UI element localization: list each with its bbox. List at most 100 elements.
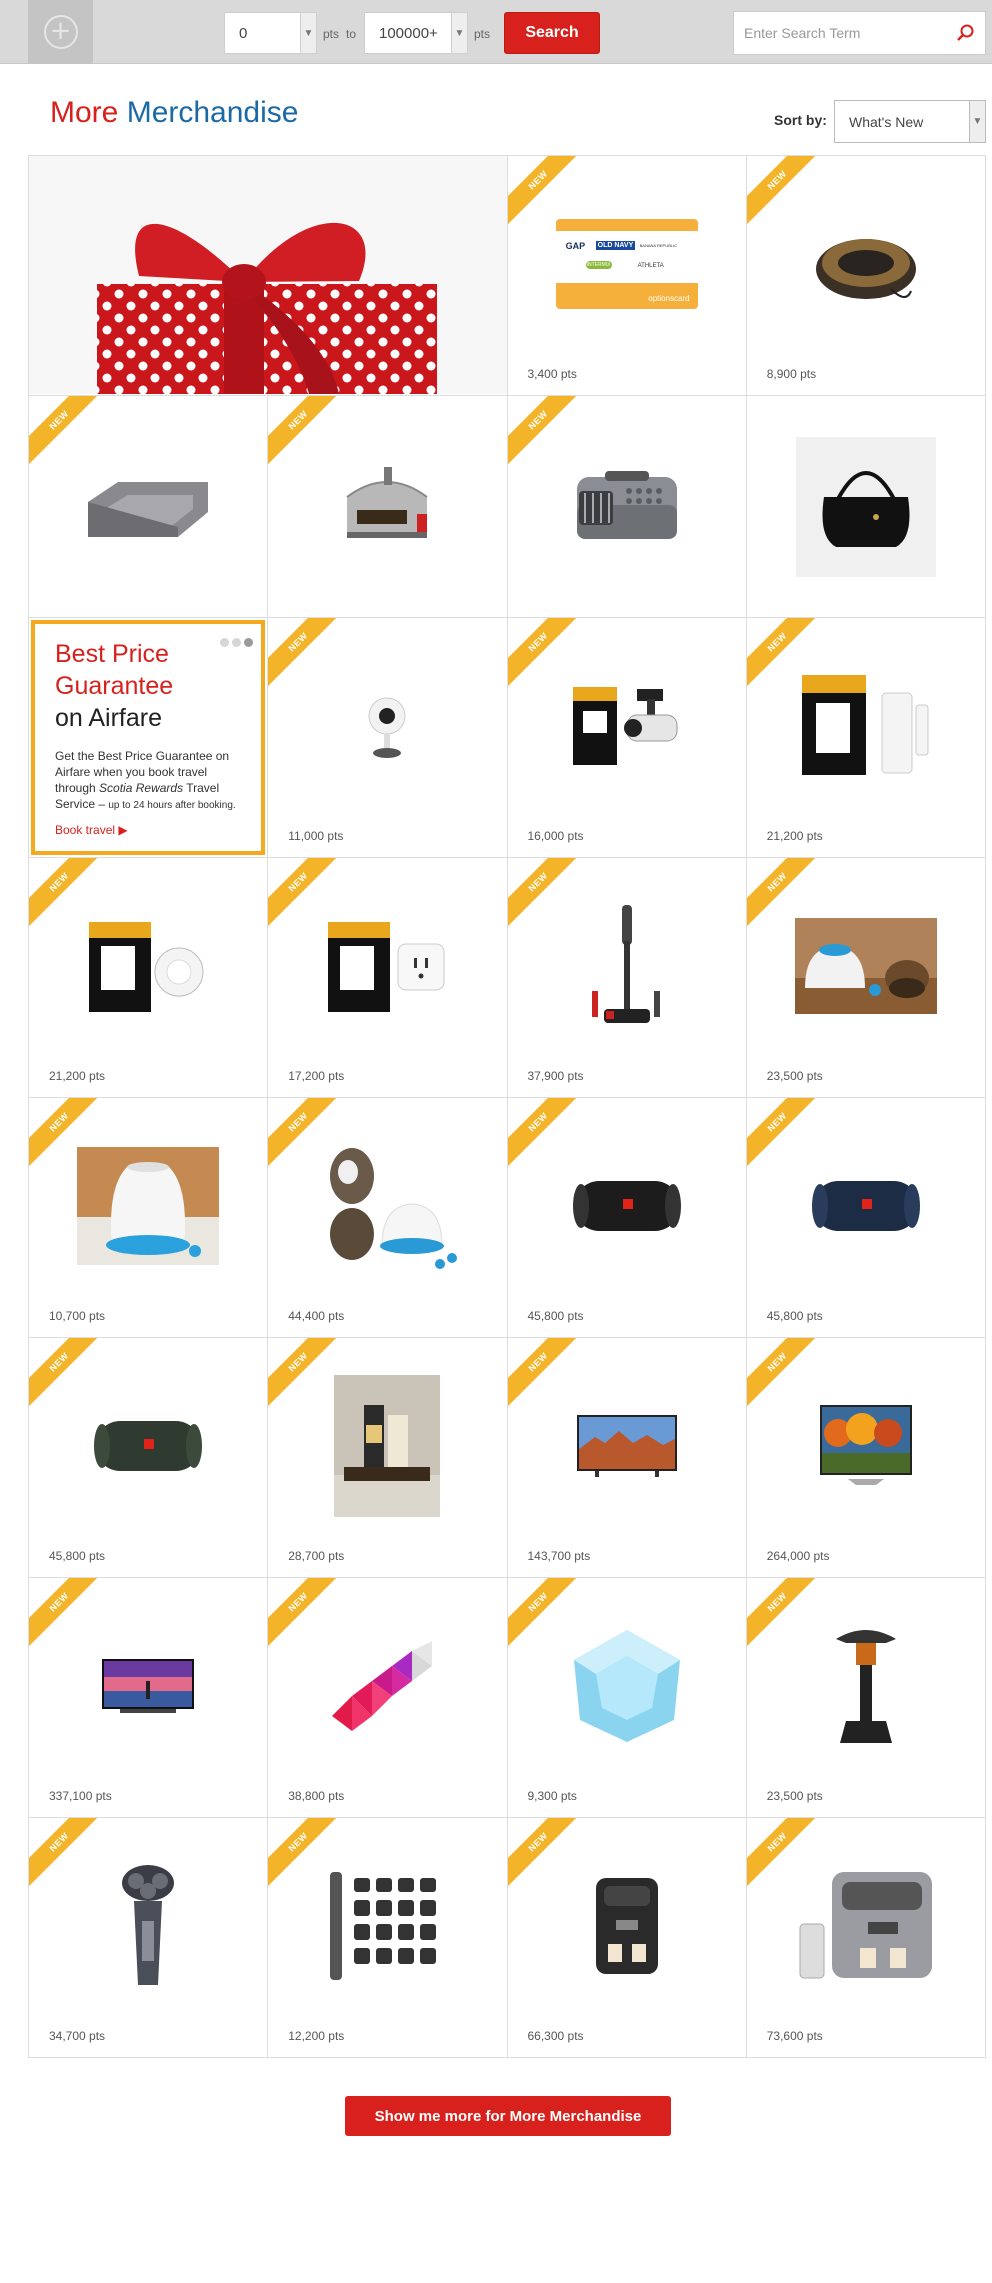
min-points-select[interactable]: 0 ▼ (224, 12, 317, 54)
product-card[interactable]: NEW 34,700 pts (29, 1818, 269, 2058)
product-points: 45,800 pts (527, 1309, 584, 1323)
promo-title: Best Price (55, 640, 169, 668)
new-badge: NEW (29, 1338, 109, 1412)
pts-label: pts (474, 27, 491, 41)
add-filter-button[interactable]: + (28, 0, 93, 64)
product-card[interactable]: NEW 45,800 pts (746, 1098, 986, 1338)
espresso-silver-image (799, 1871, 932, 1978)
title-part-blue: Merchandise (126, 96, 299, 129)
product-card[interactable]: NEW 21,200 pts (746, 618, 986, 858)
chevron-down-icon: ▼ (451, 13, 467, 53)
product-points: 12,200 pts (288, 2029, 345, 2043)
promo-airfare-card[interactable]: Best Price Guarantee on Airfare Get the … (29, 618, 269, 858)
product-points: 28,700 pts (288, 1549, 345, 1563)
pet-sofa-image (88, 481, 209, 537)
grooming-set-image (334, 1374, 441, 1517)
min-points-value: 0 (239, 24, 248, 42)
outdoor-camera-image (572, 686, 678, 765)
product-card[interactable]: NEW 16,000 pts (507, 618, 747, 858)
filter-bar: + 0 ▼ pts to 100000+ ▼ pts Search Enter … (0, 0, 992, 64)
product-card[interactable]: NEW 45,800 pts (507, 1098, 747, 1338)
product-card[interactable]: NEW 23,500 pts (746, 1578, 986, 1818)
product-card[interactable]: NEW 45,800 pts (29, 1338, 269, 1578)
product-points: 17,200 pts (288, 1069, 345, 1083)
product-points: 45,800 pts (49, 1549, 106, 1563)
product-card[interactable]: NEW 10,700 pts (29, 1098, 269, 1338)
product-card[interactable]: NEW (268, 396, 508, 618)
new-badge: NEW (746, 1098, 827, 1172)
patio-heater-image (835, 1629, 896, 1743)
product-card[interactable]: NEW 143,700 pts (507, 1338, 747, 1578)
product-points: 21,200 pts (766, 829, 823, 843)
product-card[interactable]: NEW 37,900 pts (507, 858, 747, 1098)
product-card[interactable]: NEW 44,400 pts (268, 1098, 508, 1338)
promo-title: Guarantee (55, 672, 174, 700)
product-grid: NEW GAP OLD NAVY BANANA REPUBLIC INTERMI… (28, 155, 986, 2058)
product-card[interactable]: NEW 264,000 pts (746, 1338, 986, 1578)
product-points: 143,700 pts (527, 1549, 591, 1563)
product-card[interactable]: NEW 8,900 pts (746, 156, 986, 396)
product-points: 73,600 pts (766, 2029, 823, 2043)
product-card[interactable]: NEW 21,200 pts (29, 858, 269, 1098)
tv-landscape-image (576, 1414, 677, 1477)
jbl-speaker-blue-image (811, 1180, 920, 1231)
new-badge: NEW (29, 396, 109, 470)
promo-body: Get the Best Price Guarantee on Airfare … (55, 749, 236, 811)
max-points-value: 100000+ (379, 24, 438, 42)
product-points: 23,500 pts (766, 1069, 823, 1083)
gift-card-image: GAP OLD NAVY BANANA REPUBLIC INTERMIX AT… (555, 218, 698, 309)
light-panels-image (332, 1640, 433, 1731)
electric-shaver-image (122, 1864, 175, 1985)
product-card[interactable]: NEW GAP OLD NAVY BANANA REPUBLIC INTERMI… (507, 156, 747, 396)
carousel-dots[interactable] (217, 634, 254, 652)
product-card[interactable]: NEW 9,300 pts (507, 1578, 747, 1818)
product-card[interactable]: NEW (507, 396, 747, 618)
max-points-select[interactable]: 100000+ ▼ (364, 12, 468, 54)
plus-icon: + (43, 15, 78, 49)
sort-select[interactable]: What's New ▼ (834, 100, 986, 143)
book-travel-link[interactable]: Book travel ▶ (55, 823, 128, 837)
product-card[interactable]: NEW 66,300 pts (507, 1818, 747, 2058)
product-card[interactable]: NEW 17,200 pts (268, 858, 508, 1098)
search-input[interactable]: Enter Search Term (733, 11, 986, 55)
product-points: 37,900 pts (527, 1069, 584, 1083)
product-points: 337,100 pts (49, 1789, 112, 1803)
smart-light-image (573, 1629, 680, 1742)
product-card[interactable]: NEW 337,100 pts (29, 1578, 269, 1818)
show-more-button[interactable]: Show me more for More Merchandise (345, 2096, 671, 2136)
gift-box-image (29, 156, 507, 395)
door-sensor-image (801, 674, 929, 775)
new-badge: NEW (29, 1578, 109, 1652)
product-card[interactable]: NEW (29, 396, 269, 618)
product-card[interactable] (746, 396, 986, 618)
hero-gift-banner[interactable] (29, 156, 508, 396)
tv-autumn-image (819, 1404, 912, 1485)
new-badge: NEW (29, 1818, 109, 1892)
product-points: 45,800 pts (766, 1309, 823, 1323)
treat-dispenser-image (77, 1146, 220, 1265)
product-points: 8,900 pts (766, 367, 817, 381)
product-card[interactable]: NEW 73,600 pts (746, 1818, 986, 2058)
smart-plug-image (328, 921, 445, 1012)
product-card[interactable]: NEW 11,000 pts (268, 618, 508, 858)
chevron-down-icon: ▼ (300, 13, 316, 53)
product-card[interactable]: NEW 38,800 pts (268, 1578, 508, 1818)
to-label: to (346, 27, 357, 41)
product-card[interactable]: NEW 28,700 pts (268, 1338, 508, 1578)
product-points: 38,800 pts (288, 1789, 345, 1803)
product-card[interactable]: NEW 12,200 pts (268, 1818, 508, 2058)
search-button[interactable]: Search (504, 12, 600, 54)
product-card[interactable]: NEW 23,500 pts (746, 858, 986, 1098)
new-badge: NEW (268, 618, 348, 692)
product-points: 3,400 pts (527, 367, 577, 381)
dog-toy-image (794, 917, 937, 1014)
new-badge: NEW (268, 396, 348, 470)
search-icon[interactable] (955, 23, 975, 43)
trimmer-kit-image (330, 1871, 437, 1980)
smart-camera-image (368, 697, 406, 758)
motion-sensor-image (89, 921, 204, 1012)
pet-bed-image (815, 238, 916, 299)
pts-label: pts (323, 27, 340, 41)
ball-launcher-image (330, 1147, 458, 1269)
sort-label: Sort by: (774, 112, 827, 128)
